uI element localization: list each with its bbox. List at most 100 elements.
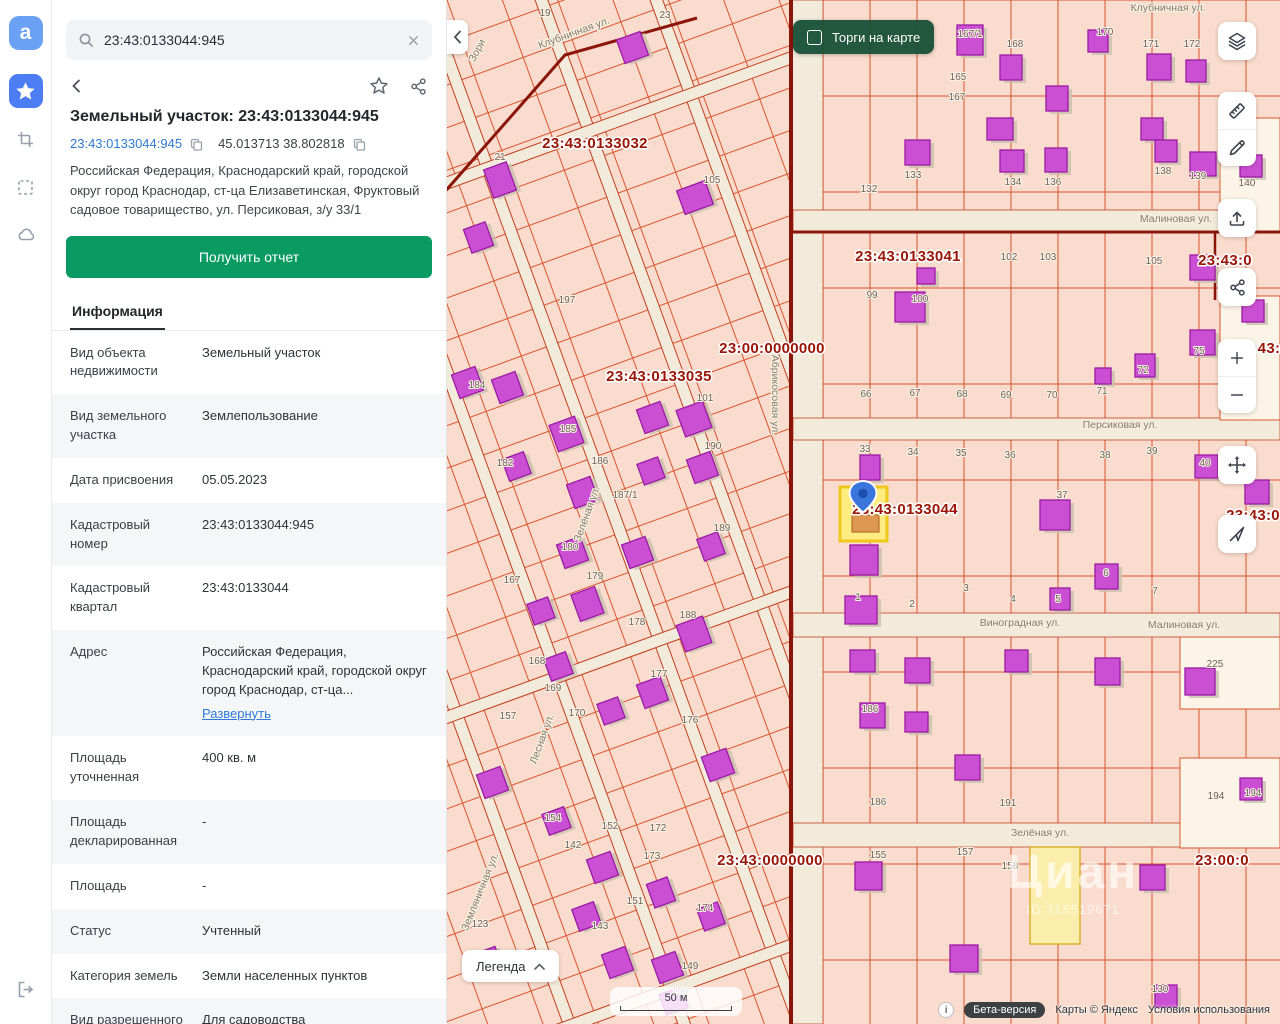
info-row: Дата присвоения05.05.2023	[52, 458, 446, 503]
parcel-number-label: 136	[1045, 177, 1062, 188]
terms-link[interactable]: Условия использования	[1148, 1004, 1270, 1016]
parcel-number-label: 142	[565, 840, 582, 851]
star-outline-icon	[369, 76, 389, 96]
building	[917, 268, 935, 284]
parcel-number-label: 151	[627, 896, 644, 907]
rail-logout-button[interactable]	[9, 972, 43, 1006]
parcel-number-label: 179	[587, 571, 604, 582]
parcel-number-label: 69	[1000, 390, 1012, 401]
parcel-number-label: 168	[529, 656, 546, 667]
parcel-number-label: 1	[855, 592, 861, 603]
building	[987, 118, 1013, 140]
building	[1005, 650, 1028, 672]
parcel-number-label: 132	[861, 184, 878, 195]
cadastral-quarter-label: 23:43:0133035	[606, 368, 712, 385]
dashed-square-icon	[16, 178, 35, 197]
crop-icon	[16, 130, 35, 149]
parcel-number-label: 197	[559, 295, 576, 306]
share-button[interactable]	[409, 77, 428, 96]
chevron-up-icon	[534, 963, 545, 970]
info-label: Площадь уточненная	[70, 749, 202, 787]
parcel-number-label: 186	[870, 797, 887, 808]
legend-label: Легенда	[476, 959, 525, 974]
rail-favorites-button[interactable]	[9, 74, 43, 108]
map-layers-button[interactable]	[1218, 22, 1256, 60]
measure-button[interactable]	[1218, 92, 1256, 129]
scale-bar: 50 м	[610, 987, 742, 1016]
building	[1095, 658, 1120, 685]
info-icon[interactable]: i	[938, 1002, 954, 1018]
parcel-number-label: 177	[651, 669, 668, 680]
map-canvas[interactable]: 167/116817017117216516713213313413613813…	[447, 0, 1280, 1024]
trades-on-map-toggle[interactable]: Торги на карте	[793, 20, 934, 54]
info-row: СтатусУчтенный	[52, 909, 446, 954]
info-row: Площадь декларированная-	[52, 800, 446, 864]
parcel-number-label: 6	[1103, 568, 1109, 579]
parcel-number-label: 99	[866, 290, 878, 301]
clear-search-button[interactable]	[407, 34, 420, 47]
building	[1000, 150, 1024, 172]
tab-information[interactable]: Информация	[70, 292, 165, 330]
left-rail: a	[0, 0, 52, 1024]
rail-select-area-button[interactable]	[9, 170, 43, 204]
parcel-number-label: 170	[1097, 27, 1114, 38]
info-label: Площадь декларированная	[70, 813, 202, 851]
street-name-label: Виноградная ул.	[980, 617, 1060, 629]
info-value: -	[202, 813, 428, 851]
map-share-button[interactable]	[1218, 268, 1256, 306]
get-report-button[interactable]: Получить отчет	[66, 236, 432, 278]
street-name-label: Малиновая ул.	[1140, 213, 1212, 225]
parcel-number-label: 105	[704, 175, 721, 186]
back-button[interactable]	[70, 78, 84, 94]
pan-mode-button[interactable]	[1218, 446, 1256, 484]
cadastral-quarter-label: 23:43:0000000	[717, 852, 823, 869]
edit-button[interactable]	[1218, 129, 1256, 166]
collapse-sidebar-button[interactable]	[447, 20, 468, 54]
cadastral-quarter-label: 23:43:0	[1198, 252, 1252, 269]
parcel-number-label: 23	[659, 10, 671, 21]
zoom-out-button[interactable]	[1218, 376, 1256, 413]
object-toolbar	[52, 64, 446, 102]
parcel-number-label: 184	[469, 380, 486, 391]
info-label: Вид разрешенного	[70, 1011, 202, 1024]
highlighted-parcel-secondary[interactable]	[1030, 847, 1080, 944]
trades-checkbox[interactable]	[807, 30, 822, 45]
street-name-label: Клубничная ул.	[1130, 2, 1205, 14]
copy-cadastral-button[interactable]	[189, 137, 203, 151]
parcel-number-label: 67	[909, 388, 921, 399]
my-location-button[interactable]	[1218, 515, 1256, 553]
expand-address-link[interactable]: Развернуть	[202, 705, 271, 724]
zoom-in-button[interactable]	[1218, 339, 1256, 376]
rail-cloud-button[interactable]	[9, 218, 43, 252]
copy-icon	[189, 137, 203, 151]
parcel-number-label: 139	[1190, 171, 1207, 182]
rail-crop-tool-button[interactable]	[9, 122, 43, 156]
parcel-number-label: 103	[1040, 252, 1057, 263]
cadastral-map-svg[interactable]: 167/116817017117216516713213313413613813…	[447, 0, 1280, 1024]
parcel-number-label: 154	[545, 813, 562, 824]
info-row: Вид разрешенногоДля садоводства	[52, 998, 446, 1024]
app-logo[interactable]: a	[9, 16, 43, 50]
info-value: -	[202, 877, 428, 896]
object-address: Российская Федерация, Краснодарский край…	[70, 161, 428, 220]
chevron-left-icon	[453, 30, 462, 44]
parcel-number-label: 168	[1007, 39, 1024, 50]
cadastral-quarter-label: 23:43:0133041	[855, 248, 961, 265]
parcel-number-label: 34	[907, 447, 919, 458]
info-value: 05.05.2023	[202, 471, 428, 490]
cadastral-number-link[interactable]: 23:43:0133044:945	[70, 136, 182, 151]
parcel-number-label: 189	[714, 523, 731, 534]
upload-icon	[1227, 208, 1247, 228]
search-input[interactable]	[104, 32, 397, 48]
copy-coordinates-button[interactable]	[352, 137, 366, 151]
parcel-number-label: 5	[1055, 594, 1061, 605]
info-label: Площадь	[70, 877, 202, 896]
parcel-number-label: 165	[950, 72, 967, 83]
layers-icon	[1227, 31, 1247, 51]
parcel-number-label: 187/1	[612, 490, 637, 501]
parcel-number-label: 37	[1056, 490, 1068, 501]
upload-button[interactable]	[1218, 199, 1256, 237]
favorite-button[interactable]	[369, 76, 389, 96]
beta-badge: Бета-версия	[964, 1002, 1045, 1018]
legend-button[interactable]: Легенда	[462, 950, 559, 982]
